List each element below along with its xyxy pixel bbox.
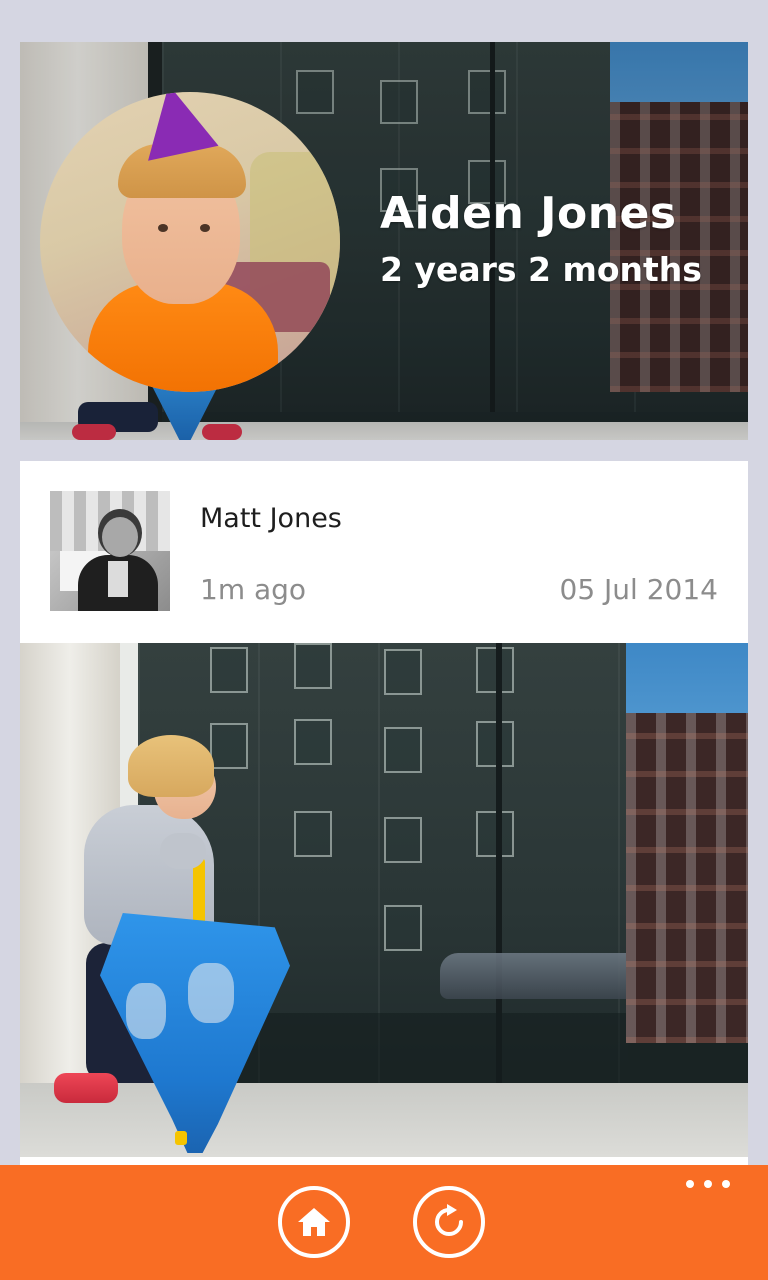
author-avatar[interactable] (50, 491, 170, 611)
ellipsis-icon (686, 1180, 694, 1188)
photo-window (384, 817, 422, 863)
refresh-button[interactable] (413, 1186, 485, 1258)
photo-window (294, 811, 332, 857)
ellipsis-icon (722, 1180, 730, 1188)
umbrella-decal (126, 983, 166, 1039)
author-avatar-shirt (108, 561, 128, 597)
post-photo[interactable] (20, 643, 748, 1157)
post-time-ago: 1m ago (200, 573, 307, 606)
app-bar (0, 1165, 768, 1280)
child-hair (128, 735, 214, 797)
umbrella-tip (175, 1131, 187, 1145)
photo-window (476, 721, 514, 767)
author-avatar-face (102, 517, 138, 557)
refresh-icon (435, 1204, 463, 1236)
avatar-eye (200, 224, 210, 232)
photo-window (210, 723, 248, 769)
photo-window (384, 649, 422, 695)
photo-window (210, 647, 248, 693)
post-header: Matt Jones 1m ago 05 Jul 2014 (20, 461, 748, 641)
child-arm (160, 833, 206, 869)
profile-age: 2 years 2 months (380, 250, 702, 289)
child-shoe (54, 1073, 118, 1103)
photo-window (476, 647, 514, 693)
more-options-button[interactable] (686, 1177, 730, 1191)
umbrella-decal (188, 963, 234, 1023)
profile-avatar[interactable] (40, 92, 340, 392)
photo-brick-building (626, 713, 748, 1043)
ellipsis-icon (704, 1180, 712, 1188)
home-icon (298, 1208, 330, 1236)
photo-window (476, 811, 514, 857)
photo-window (294, 719, 332, 765)
avatar-eye (158, 224, 168, 232)
photo-window (384, 727, 422, 773)
umbrella-handle (193, 858, 205, 928)
photo-window (294, 643, 332, 689)
post-card[interactable]: Matt Jones 1m ago 05 Jul 2014 (20, 461, 748, 1165)
post-author-name[interactable]: Matt Jones (200, 503, 342, 534)
photo-pavement (20, 1083, 748, 1157)
home-button[interactable] (278, 1186, 350, 1258)
post-date: 05 Jul 2014 (559, 573, 718, 606)
photo-window (384, 905, 422, 951)
profile-name: Aiden Jones (380, 188, 677, 239)
